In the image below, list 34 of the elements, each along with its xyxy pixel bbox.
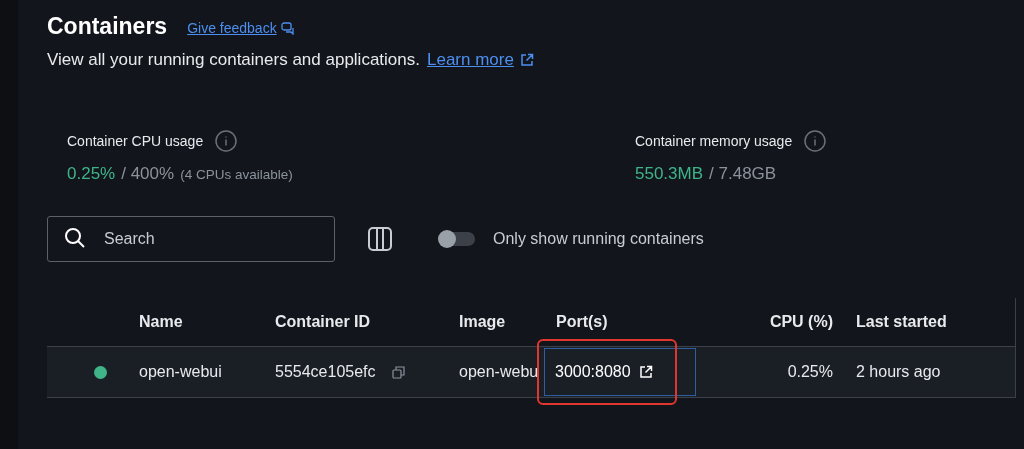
column-header[interactable]: CPU (%) [716,313,856,331]
learn-more-link[interactable]: Learn more [427,50,514,70]
stat-label: Container CPU usage [67,133,204,149]
toggle-switch[interactable] [439,232,475,246]
column-header[interactable]: Image [459,313,556,331]
last-started: 2 hours ago [856,363,942,381]
external-link-icon [519,53,534,67]
stat-note: (4 CPUs available) [180,167,293,182]
chat-icon [280,21,295,35]
image-name: open-webu [459,363,540,381]
stat-used-value: 550.3MB [635,164,704,184]
column-header[interactable]: Name [139,313,275,331]
column-header[interactable]: Last started [856,313,1015,331]
external-link-icon [638,365,653,379]
column-header[interactable]: Container ID [275,313,459,331]
columns-icon[interactable] [367,226,393,252]
description-text: View all your running containers and applications. [47,50,420,70]
page-title: Containers [47,12,168,40]
stat-label: Container memory usage [635,133,793,149]
search-icon [64,227,86,249]
search-field[interactable]: Search [47,216,335,262]
info-icon[interactable] [804,130,827,152]
toggle-label: Only show running containers [493,230,704,248]
container-id: 5554ce105efc [275,363,376,381]
container-name[interactable]: open-webui [139,363,275,381]
info-icon[interactable] [215,130,238,152]
stat-total-value: / 7.48GB [709,164,777,184]
port-link[interactable]: 3000:8080 [555,363,631,381]
column-header[interactable]: Port(s) [556,313,716,331]
copy-icon[interactable] [391,365,405,379]
cpu-value: 0.25% [786,363,834,381]
stat-used-value: 0.25% [67,164,116,184]
feedback-link[interactable]: Give feedback [187,20,277,36]
stat-total-value: / 400% [121,164,175,184]
